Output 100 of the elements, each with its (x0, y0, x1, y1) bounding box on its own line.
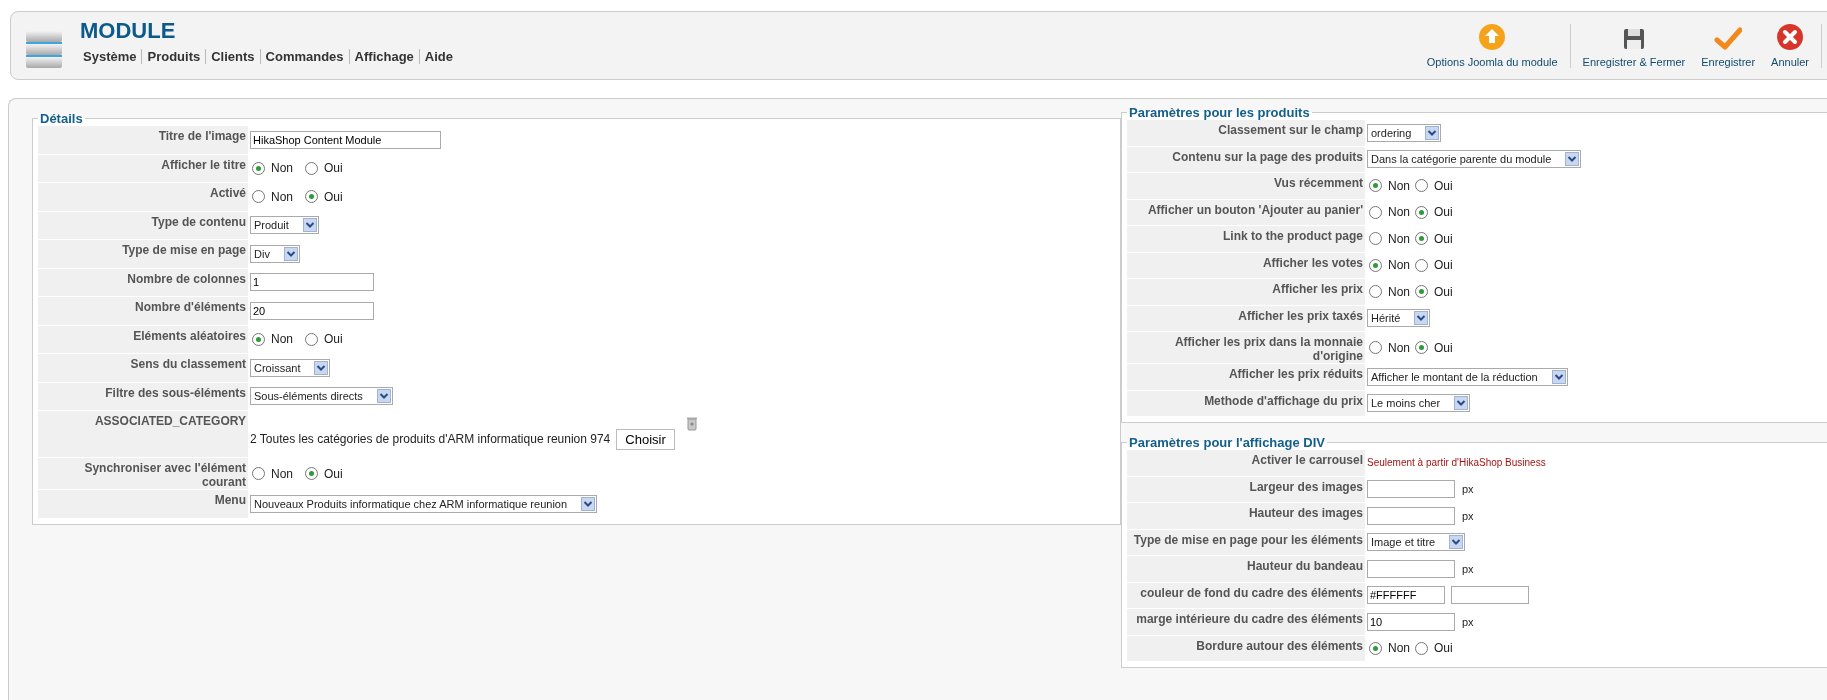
dropdown[interactable]: ordering (1367, 123, 1442, 142)
radio-button[interactable] (1415, 341, 1428, 354)
field-label: Hauteur du bandeau (1127, 556, 1365, 582)
radio-label: Non (1388, 231, 1410, 246)
radio-button[interactable] (1415, 232, 1428, 246)
unit-label: px (1462, 509, 1474, 522)
dropdown[interactable]: Sous-éléments directs (250, 387, 393, 406)
radio-button[interactable] (305, 332, 318, 346)
dropdown[interactable]: Dans la catégorie parente du module (1367, 150, 1582, 169)
text-field[interactable]: 20 (250, 301, 374, 320)
toolbar-button[interactable]: Options Joomla du module (1418, 20, 1566, 72)
chevron-down-icon (1565, 152, 1580, 167)
radio-button[interactable] (1415, 641, 1428, 655)
field-label: Afficher les prix dans la monnaie d'origine (1127, 332, 1365, 363)
chevron-down-icon (1414, 311, 1429, 326)
field-label: Largeur des images (1127, 476, 1365, 502)
field-label: Afficher les votes (1127, 252, 1365, 278)
color-preview-field[interactable] (1451, 586, 1529, 605)
radio-button[interactable] (252, 190, 265, 204)
radio-button[interactable] (252, 161, 265, 175)
radio-button[interactable] (305, 161, 318, 175)
radio-button[interactable] (252, 332, 265, 346)
radio-button[interactable] (1415, 205, 1428, 219)
menu-item[interactable]: Aide (419, 49, 458, 64)
menu-item[interactable]: Affichage (349, 49, 419, 64)
note-text: Seulement à partir d'HikaShop Business (1367, 457, 1546, 469)
radio-button[interactable] (1369, 179, 1382, 193)
dropdown[interactable]: Afficher le montant de la réduction (1367, 367, 1568, 386)
radio-button[interactable] (305, 190, 318, 204)
radio-label: Oui (1434, 641, 1453, 656)
radio-label: Oui (1434, 231, 1453, 246)
radio-label: Non (1388, 340, 1410, 355)
radio-button[interactable] (1369, 285, 1382, 299)
toolbar-button[interactable]: Enregistrer & Fermer (1574, 20, 1694, 72)
radio-label: Non (271, 161, 293, 176)
dropdown[interactable]: Croissant (250, 358, 331, 377)
field-label: Menu (38, 490, 248, 518)
menu-item[interactable]: Produits (142, 49, 206, 64)
text-field[interactable] (1367, 506, 1455, 525)
section-title: Détails (39, 111, 84, 126)
trash-icon[interactable] (686, 416, 697, 431)
chevron-down-icon (1449, 535, 1464, 550)
radio-label: Non (1388, 641, 1410, 656)
module-stack-icon (25, 30, 63, 70)
dropdown[interactable]: Image et titre (1367, 533, 1466, 552)
checkmark-icon (1714, 27, 1743, 51)
field-label: Bordure autour des éléments (1127, 635, 1365, 661)
field-label: Afficher un bouton 'Ajouter au panier' (1127, 199, 1365, 225)
field-label: Afficher les prix réduits (1127, 364, 1365, 390)
upload-icon (1478, 23, 1507, 51)
radio-button[interactable] (1369, 341, 1382, 354)
menu-item[interactable]: Commandes (260, 49, 349, 64)
radio-button[interactable] (1415, 179, 1428, 193)
chevron-down-icon (314, 360, 329, 375)
text-field[interactable]: 1 (250, 273, 374, 292)
dropdown[interactable]: Le moins cher (1367, 394, 1471, 413)
chevron-down-icon (1551, 369, 1566, 384)
radio-button[interactable] (1415, 258, 1428, 272)
toolbar-button[interactable]: Annuler (1763, 20, 1817, 72)
field-label: Classement sur le champ (1127, 120, 1365, 146)
field-label: Afficher le titre (38, 154, 248, 182)
close-icon (1776, 23, 1805, 51)
dropdown[interactable]: Produit (250, 216, 319, 235)
field-label: Type de contenu (38, 211, 248, 239)
radio-button[interactable] (1369, 641, 1382, 655)
menu-item[interactable]: Clients (206, 49, 260, 64)
toolbar-button[interactable]: Enregistrer (1693, 20, 1764, 72)
unit-label: px (1462, 562, 1474, 575)
radio-button[interactable] (305, 467, 318, 480)
field-label: Eléments aléatoires (38, 325, 248, 353)
field-label: Afficher les prix taxés (1127, 305, 1365, 331)
chevron-down-icon (581, 496, 596, 511)
text-field[interactable]: HikaShop Content Module (250, 130, 441, 149)
radio-button[interactable] (1415, 285, 1428, 299)
radio-button[interactable] (1369, 232, 1382, 246)
radio-button[interactable] (1369, 258, 1382, 272)
text-field[interactable]: 10 (1367, 612, 1455, 631)
choose-button[interactable]: Choisir (616, 428, 675, 450)
color-field[interactable]: #FFFFFF (1367, 586, 1445, 605)
dropdown[interactable]: Hérité (1367, 309, 1431, 328)
radio-label: Non (271, 189, 293, 204)
field-label: Vus récemment (1127, 173, 1365, 199)
field-label: Synchroniser avec l'élément courant (38, 458, 248, 489)
chevron-down-icon (1425, 125, 1440, 140)
category-text: 2 Toutes les catégories de produits d'ARM informatique reunion 974 (250, 432, 611, 446)
chevron-down-icon (283, 246, 298, 261)
text-field[interactable] (1367, 480, 1455, 499)
radio-label: Non (1388, 205, 1410, 220)
field-label: Nombre d'éléments (38, 297, 248, 325)
radio-button[interactable] (252, 467, 265, 480)
radio-label: Oui (1434, 258, 1453, 273)
field-label: Link to the product page (1127, 226, 1365, 252)
radio-label: Oui (324, 332, 343, 347)
text-field[interactable] (1367, 559, 1455, 578)
dropdown[interactable]: Nouveaux Produits informatique chez ARM informatique reunion (250, 494, 598, 513)
radio-button[interactable] (1369, 205, 1382, 219)
radio-label: Oui (324, 161, 343, 176)
dropdown[interactable]: Div (250, 244, 300, 263)
radio-label: Non (271, 466, 293, 481)
menu-item[interactable]: Système (80, 49, 142, 64)
